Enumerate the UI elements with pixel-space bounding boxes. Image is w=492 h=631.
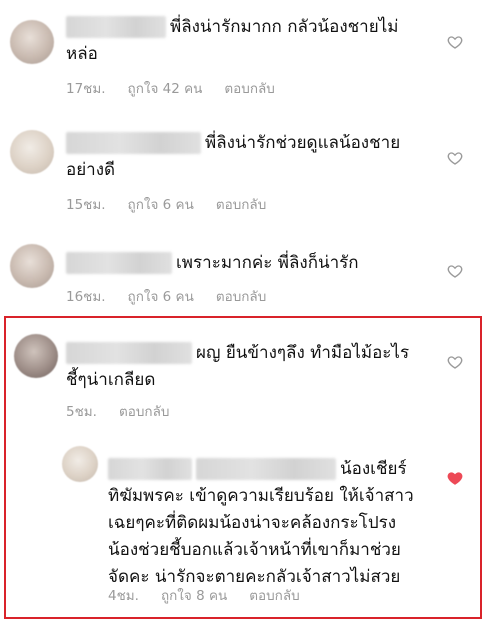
reply-link[interactable]: ตอบกลับ [224,81,274,97]
comment-time: 5ชม. [66,404,97,420]
reply-time: 4ชม. [108,588,139,604]
avatar[interactable] [62,446,98,482]
avatar[interactable] [10,244,54,288]
comment-text-line1: เพราะมากค่ะ พี่ลิงก็น่ารัก [176,253,359,273]
comment-meta: 5ชม. ตอบกลับ [66,400,191,422]
heart-icon[interactable] [447,150,463,166]
comment-text-line1: พี่ลิงน่ารักช่วยดูแลน้องชาย [205,133,401,153]
avatar[interactable] [14,334,58,378]
blurred-username [66,132,201,154]
reply-link[interactable]: ตอบกลับ [216,289,266,305]
reply-text-line1: น้องเชียร์ [340,459,407,479]
comment-text-line1: พี่ลิงน่ารักมากก กลัวน้องชายไม่ [170,17,399,37]
comment-time: 15ชม. [66,197,106,213]
reply-text: น้องเชียร์ ทิฆัมพรคะ เข้าดูความเรียบร้อย… [108,456,448,591]
reply-text-line3: เฉยๆคะที่ติดผมน้องน่าจะคล้องกระโปรง [108,513,397,533]
heart-icon[interactable] [447,34,463,50]
comment-time: 17ชม. [66,81,106,97]
reply-link[interactable]: ตอบกลับ [249,588,299,604]
blurred-username [66,252,172,274]
blurred-username [66,16,166,38]
comment-meta: 17ชม. ถูกใจ 42 คน ตอบกลับ [66,77,297,99]
comment-text-line1: ผญ ยืนข้างๆลึง ทำมือไม้อะไร [196,343,410,363]
comment-text-line2: อย่างดี [66,160,116,180]
comment-meta: 16ชม. ถูกใจ 6 คน ตอบกลับ [66,285,288,307]
comment-text: พี่ลิงน่ารักช่วยดูแลน้องชาย อย่างดี [66,130,426,184]
likes-count[interactable]: ถูกใจ 6 คน [128,289,194,305]
reply-meta: 4ชม. ถูกใจ 8 คน ตอบกลับ [108,584,322,606]
comment-text-line2: ชี้ๆน่าเกลียด [66,370,156,390]
likes-count[interactable]: ถูกใจ 8 คน [161,588,227,604]
heart-icon-liked[interactable] [447,470,463,486]
comment-text: พี่ลิงน่ารักมากก กลัวน้องชายไม่ หล่อ [66,14,426,68]
blurred-username [66,342,192,364]
comment-text-line2: หล่อ [66,44,98,64]
comment-meta: 15ชม. ถูกใจ 6 คน ตอบกลับ [66,193,288,215]
blurred-username [108,458,192,480]
reply-link[interactable]: ตอบกลับ [119,404,169,420]
heart-icon[interactable] [447,354,463,370]
reply-text-line2: ทิฆัมพรคะ เข้าดูความเรียบร้อย ให้เจ้าสาว [108,486,414,506]
comment-text: เพราะมากค่ะ พี่ลิงก็น่ารัก [66,250,426,277]
comment-text: ผญ ยืนข้างๆลึง ทำมือไม้อะไร ชี้ๆน่าเกลีย… [66,340,436,394]
reply-text-line4: น้องช่วยชี้บอกแล้วเจ้าหน้าที่เขาก็มาช่วย [108,540,401,560]
blurred-mention [196,458,336,480]
reply-link[interactable]: ตอบกลับ [216,197,266,213]
likes-count[interactable]: ถูกใจ 42 คน [128,81,203,97]
comment-time: 16ชม. [66,289,106,305]
avatar[interactable] [10,20,54,64]
avatar[interactable] [10,130,54,174]
heart-icon[interactable] [447,263,463,279]
likes-count[interactable]: ถูกใจ 6 คน [128,197,194,213]
